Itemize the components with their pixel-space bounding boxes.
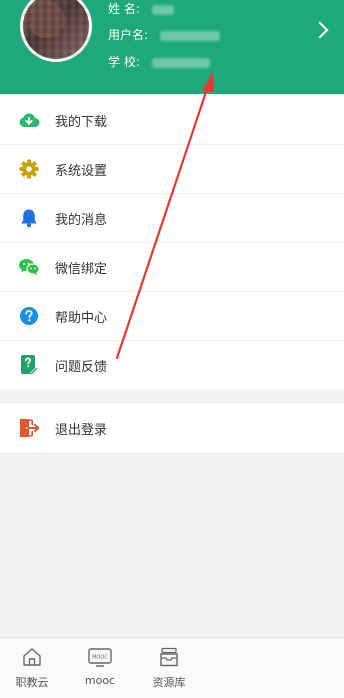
feedback-icon <box>18 354 40 376</box>
tab-zhijiaoyun[interactable]: 职教云 <box>6 646 58 690</box>
settings-menu: 我的下载 系统设置 我的消息 微信绑定 帮助中心 问题反馈 <box>0 96 344 389</box>
cloud-download-icon <box>18 109 40 131</box>
home-icon <box>21 646 43 668</box>
menu-item-messages[interactable]: 我的消息 <box>0 194 344 243</box>
menu-item-label: 我的消息 <box>55 212 108 228</box>
gear-icon <box>18 158 40 180</box>
help-icon <box>18 305 40 327</box>
bell-icon <box>18 207 40 229</box>
tab-label: 资源库 <box>152 676 186 689</box>
chevron-right-icon[interactable] <box>311 21 329 39</box>
school-value-blurred <box>151 57 210 68</box>
tab-label: mooc <box>84 674 116 687</box>
name-row: 姓 名: <box>108 0 174 17</box>
mooc-icon: MOOC <box>87 646 113 668</box>
tab-label: 职教云 <box>15 676 49 689</box>
school-label: 学 校: <box>108 55 140 69</box>
menu-item-label: 帮助中心 <box>55 310 108 326</box>
username-row: 用户名: <box>108 26 220 43</box>
menu-item-wechat-binding[interactable]: 微信绑定 <box>0 243 344 292</box>
logout-icon <box>18 417 40 439</box>
menu-item-label: 微信绑定 <box>55 261 108 277</box>
name-label: 姓 名: <box>108 2 140 16</box>
username-value-blurred <box>159 30 220 41</box>
menu-item-label: 我的下载 <box>55 114 108 130</box>
menu-item-settings[interactable]: 系统设置 <box>0 145 344 194</box>
bottom-tab-bar: 职教云 MOOC mooc 资源库 <box>0 637 344 698</box>
archive-icon <box>158 646 180 668</box>
menu-item-help-center[interactable]: 帮助中心 <box>0 292 344 341</box>
profile-header[interactable]: 姓 名: 用户名: 学 校: <box>0 0 344 94</box>
avatar[interactable] <box>20 0 92 62</box>
tab-mooc[interactable]: MOOC mooc <box>74 646 126 687</box>
mooc-icon-text: MOOC <box>92 655 108 661</box>
logout-button[interactable]: 退出登录 <box>0 404 344 452</box>
menu-item-label: 问题反馈 <box>55 359 108 375</box>
menu-item-label: 系统设置 <box>55 163 108 179</box>
name-value-blurred <box>151 4 174 15</box>
logout-label: 退出登录 <box>55 422 108 438</box>
school-row: 学 校: <box>108 53 210 70</box>
tab-resource-library[interactable]: 资源库 <box>143 646 195 690</box>
menu-item-downloads[interactable]: 我的下载 <box>0 96 344 145</box>
menu-item-feedback[interactable]: 问题反馈 <box>0 341 344 389</box>
username-label: 用户名: <box>108 28 149 42</box>
wechat-icon <box>18 256 40 278</box>
avatar-pixelated-image <box>23 0 89 59</box>
